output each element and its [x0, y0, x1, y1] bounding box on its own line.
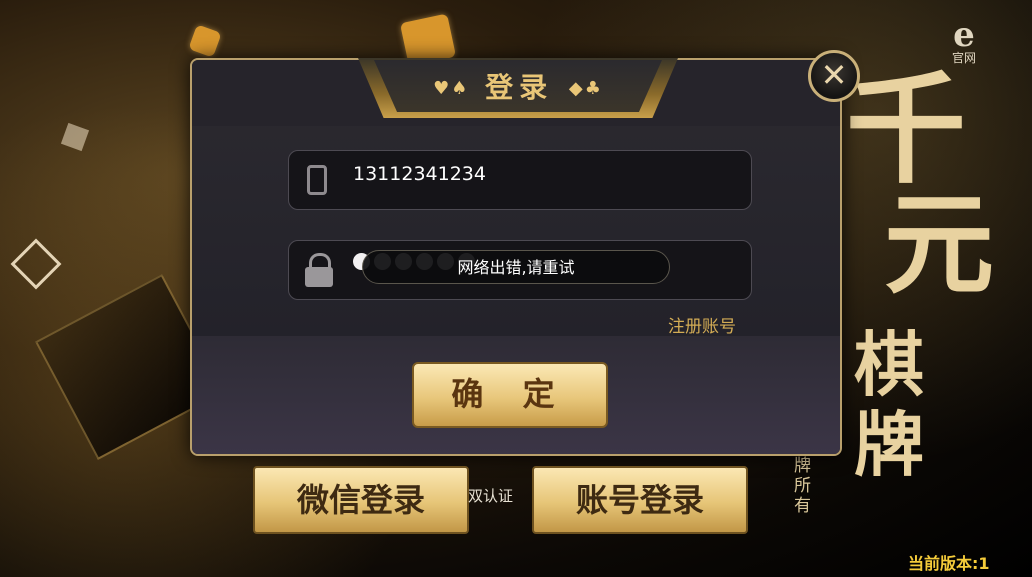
- lock-icon: [305, 253, 333, 287]
- login-dialog: ♥♠ 登录 ◆♣ 13112341234 网络出错,请重试 注册账号 确 定: [190, 58, 842, 456]
- account-login-button[interactable]: 账号登录: [532, 466, 748, 534]
- close-button[interactable]: ✕: [808, 50, 860, 102]
- phone-icon: [307, 165, 327, 195]
- brand-char: 棋: [854, 323, 924, 406]
- brand-calligraphy: 千 元 棋 牌: [832, 70, 1022, 520]
- version-label: 当前版本:1: [908, 554, 990, 573]
- official-site-label: 官网: [951, 51, 976, 65]
- error-toast: 网络出错,请重试: [362, 250, 670, 284]
- official-site-button[interactable]: e 官网: [944, 15, 984, 72]
- brand-char: 千: [846, 59, 966, 200]
- suits-left-icon: ♥♠: [433, 78, 470, 99]
- suits-right-icon: ◆♣: [568, 78, 603, 99]
- dialog-title-text: 登录: [485, 71, 554, 104]
- register-link[interactable]: 注册账号: [668, 316, 736, 338]
- owner-text: 牌所有: [794, 456, 811, 516]
- brand-char: 元: [884, 180, 994, 309]
- wechat-login-button[interactable]: 微信登录: [253, 466, 469, 534]
- double-cert-text: 双认证: [468, 487, 514, 505]
- phone-input[interactable]: 13112341234: [353, 163, 486, 185]
- confirm-button[interactable]: 确 定: [412, 362, 608, 428]
- close-icon: ✕: [820, 56, 848, 94]
- e-logo-icon: e: [953, 15, 975, 55]
- brand-char: 牌: [854, 403, 924, 486]
- phone-field[interactable]: 13112341234: [288, 150, 752, 210]
- dialog-title: ♥♠ 登录 ◆♣: [358, 70, 678, 107]
